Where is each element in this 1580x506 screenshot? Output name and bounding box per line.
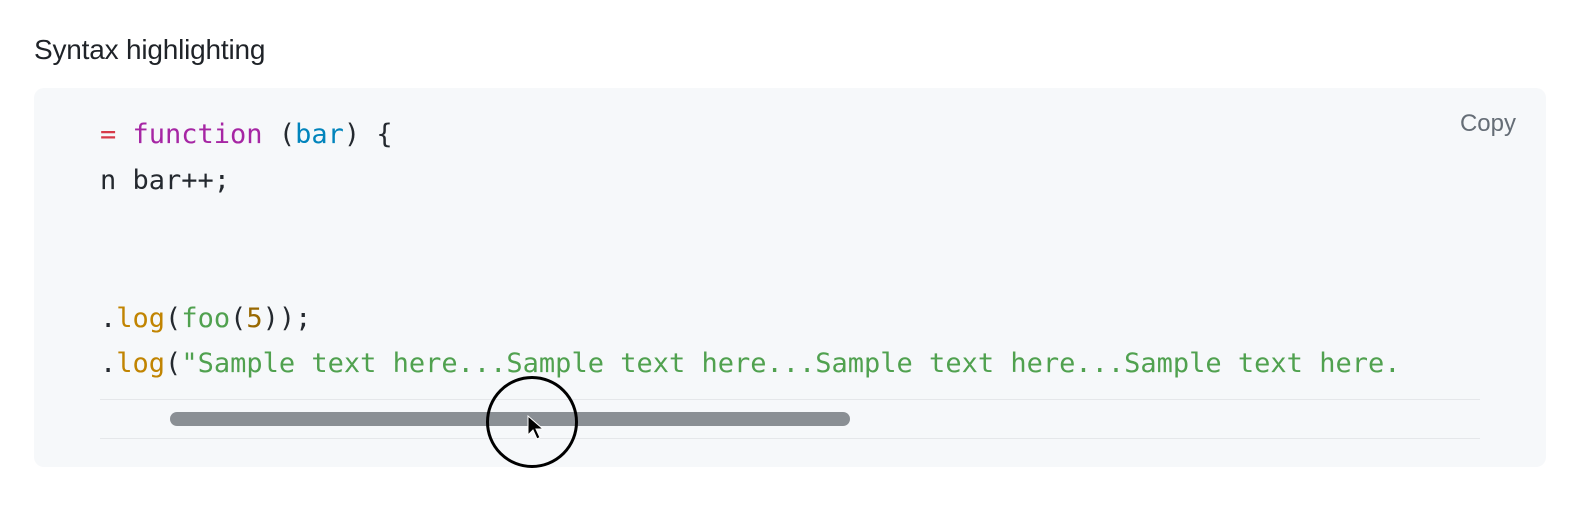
token-number: 5 xyxy=(246,303,262,334)
token-brace: { xyxy=(360,119,393,150)
token-paren: ( xyxy=(165,303,181,334)
token-paren: ) xyxy=(344,119,360,150)
code-line xyxy=(100,204,1546,250)
token-dot: . xyxy=(100,303,116,334)
token-paren: ( xyxy=(230,303,246,334)
token-call: foo xyxy=(181,303,230,334)
token-paren: ( xyxy=(263,119,296,150)
token-keyword: function xyxy=(133,119,263,150)
token-plain: bar++; xyxy=(133,165,231,196)
code-area[interactable]: = function (bar) {n bar++; .log(foo(5));… xyxy=(34,112,1546,387)
copy-button[interactable]: Copy xyxy=(1460,110,1516,138)
token-method: log xyxy=(116,303,165,334)
code-line xyxy=(100,250,1546,296)
scrollbar-thumb[interactable] xyxy=(170,412,850,426)
code-block-card: Copy = function (bar) {n bar++; .log(foo… xyxy=(34,88,1546,467)
token-operator: = xyxy=(100,119,133,150)
token-string: "Sample text here...Sample text here...S… xyxy=(181,348,1400,379)
token-dot: . xyxy=(100,348,116,379)
token-paren: ( xyxy=(165,348,181,379)
token-plain: n xyxy=(100,165,133,196)
token-paren: )); xyxy=(263,303,312,334)
code-line: = function (bar) { xyxy=(100,112,1546,158)
token-param: bar xyxy=(295,119,344,150)
code-line: n bar++; xyxy=(100,158,1546,204)
token-method: log xyxy=(116,348,165,379)
section-title: Syntax highlighting xyxy=(34,34,1546,66)
code-line: .log(foo(5)); xyxy=(100,296,1546,342)
horizontal-scrollbar[interactable] xyxy=(100,399,1480,439)
page-wrap: Syntax highlighting Copy = function (bar… xyxy=(0,0,1580,467)
code-line: .log("Sample text here...Sample text her… xyxy=(100,341,1546,387)
